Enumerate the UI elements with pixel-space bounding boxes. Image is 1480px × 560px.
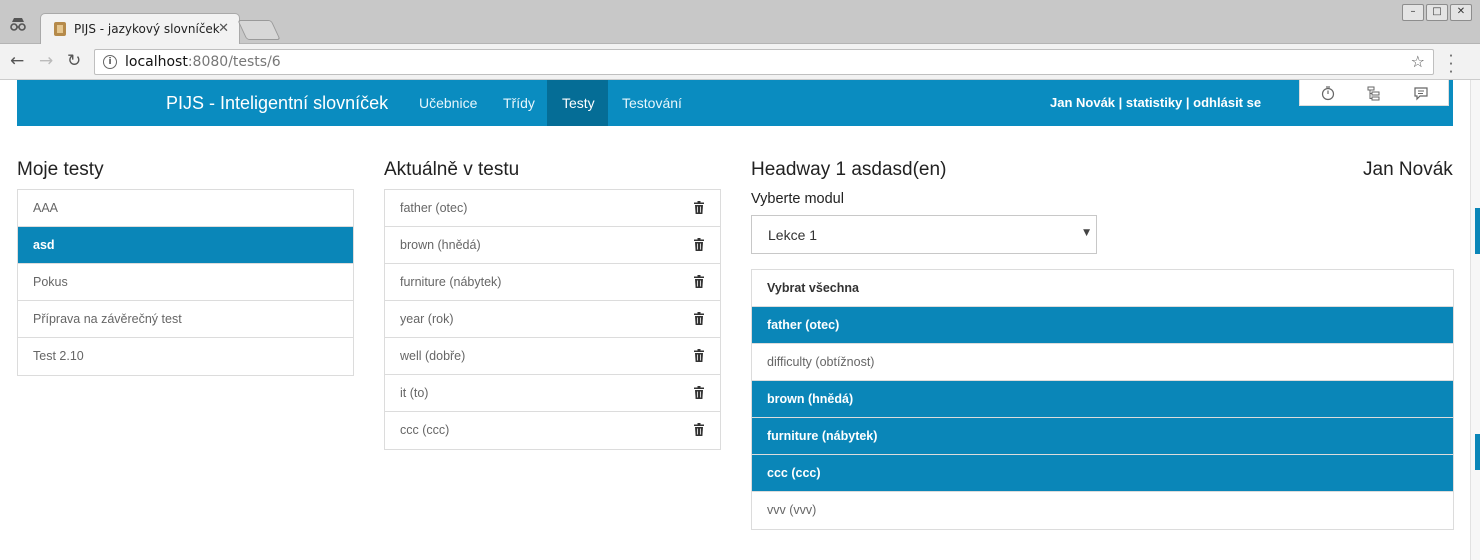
test-word-label: father (otec): [400, 201, 468, 215]
info-icon[interactable]: i: [103, 55, 117, 69]
chevron-down-icon: ▼: [1083, 228, 1090, 238]
back-icon[interactable]: ←: [10, 51, 24, 71]
test-word-label: furniture (nábytek): [400, 275, 502, 289]
test-item-test-2-10[interactable]: Test 2.10: [18, 338, 353, 375]
scrollbar-marker: [1475, 434, 1480, 470]
new-tab-button[interactable]: [237, 20, 281, 40]
browser-menu-icon[interactable]: · · ·: [1446, 49, 1456, 80]
select-all-item[interactable]: Vybrat všechna: [752, 270, 1453, 307]
word-item[interactable]: brown (hnědá): [752, 381, 1453, 418]
word-item[interactable]: father (otec): [752, 307, 1453, 344]
minimize-button[interactable]: –: [1402, 4, 1424, 21]
trash-icon[interactable]: [694, 349, 704, 362]
comment-icon[interactable]: [1413, 85, 1429, 101]
module-select-value: Lekce 1: [768, 227, 818, 243]
module-words-list: Vybrat všechna father (otec) difficulty …: [751, 269, 1454, 530]
my-tests-list: AAA asd Pokus Příprava na závěrečný test…: [17, 189, 354, 376]
maximize-button[interactable]: □: [1426, 4, 1448, 21]
logout-link[interactable]: odhlásit se: [1193, 95, 1261, 110]
url-text: localhost:8080/tests/6: [125, 54, 281, 70]
nav-link-testy[interactable]: Testy: [547, 80, 608, 126]
textbook-title: Headway 1 asdasd(en): [751, 159, 947, 180]
test-word-label: brown (hnědá): [400, 238, 481, 252]
test-word-label: ccc (ccc): [400, 423, 450, 437]
statistics-link[interactable]: statistiky: [1126, 95, 1182, 110]
test-word-label: well (dobře): [400, 349, 466, 363]
browser-titlebar: PIJS - jazykový slovníček ✕ – □ ✕: [0, 0, 1480, 44]
word-item[interactable]: vvv (vvv): [752, 492, 1453, 529]
user-menu: Jan Novák | statistiky | odhlásit se: [1050, 95, 1261, 110]
address-bar[interactable]: i localhost:8080/tests/6 ☆: [94, 49, 1434, 75]
test-item-priprava[interactable]: Příprava na závěrečný test: [18, 301, 353, 338]
trash-icon[interactable]: [694, 201, 704, 214]
extension-panel: [1299, 80, 1449, 106]
window-controls: – □ ✕: [1402, 4, 1472, 21]
test-word-item: furniture (nábytek): [385, 264, 720, 301]
url-path: :8080/tests/6: [187, 54, 281, 70]
test-item-asd[interactable]: asd: [18, 227, 353, 264]
test-word-item: it (to): [385, 375, 720, 412]
app-navbar: PIJS - Inteligentní slovníček Učebnice T…: [17, 80, 1453, 126]
test-word-item: brown (hnědá): [385, 227, 720, 264]
tree-icon[interactable]: [1366, 85, 1382, 101]
test-word-item: father (otec): [385, 190, 720, 227]
forward-icon[interactable]: →: [39, 51, 53, 71]
current-test-list: father (otec) brown (hnědá) furniture (n…: [384, 189, 721, 450]
brand-link[interactable]: PIJS - Inteligentní slovníček: [166, 93, 388, 114]
test-item-aaa[interactable]: AAA: [18, 190, 353, 227]
tab-title: PIJS - jazykový slovníček: [74, 22, 220, 36]
separator: |: [1115, 95, 1126, 110]
nav-link-ucebnice[interactable]: Učebnice: [404, 80, 492, 126]
nav-link-testovani[interactable]: Testování: [607, 80, 697, 126]
trash-icon[interactable]: [694, 423, 704, 436]
browser-tab[interactable]: PIJS - jazykový slovníček ✕: [40, 13, 240, 44]
test-word-label: year (rok): [400, 312, 454, 326]
module-select[interactable]: Lekce 1 ▼: [751, 215, 1097, 254]
favicon-icon: [54, 22, 66, 36]
test-item-pokus[interactable]: Pokus: [18, 264, 353, 301]
test-word-item: ccc (ccc): [385, 412, 720, 449]
trash-icon[interactable]: [694, 238, 704, 251]
current-test-title: Aktuálně v testu: [384, 159, 520, 180]
nav-link-tridy[interactable]: Třídy: [488, 80, 550, 126]
reload-icon[interactable]: ↻: [67, 51, 81, 71]
test-word-item: well (dobře): [385, 338, 720, 375]
trash-icon[interactable]: [694, 386, 704, 399]
word-item[interactable]: ccc (ccc): [752, 455, 1453, 492]
page-viewport: PIJS - Inteligentní slovníček Učebnice T…: [0, 80, 1470, 560]
timer-icon[interactable]: [1320, 85, 1336, 101]
word-item[interactable]: furniture (nábytek): [752, 418, 1453, 455]
bookmark-star-icon[interactable]: ☆: [1411, 52, 1425, 71]
incognito-icon: [10, 18, 26, 31]
close-window-button[interactable]: ✕: [1450, 4, 1472, 21]
close-tab-icon[interactable]: ✕: [218, 21, 229, 36]
scrollbar-marker: [1475, 208, 1480, 254]
module-select-label: Vyberte modul: [751, 191, 844, 207]
test-word-item: year (rok): [385, 301, 720, 338]
trash-icon[interactable]: [694, 312, 704, 325]
separator: |: [1182, 95, 1194, 110]
my-tests-title: Moje testy: [17, 159, 104, 180]
trash-icon[interactable]: [694, 275, 704, 288]
test-word-label: it (to): [400, 386, 429, 400]
url-host: localhost: [125, 54, 188, 70]
owner-name: Jan Novák: [1363, 159, 1453, 180]
user-name-link[interactable]: Jan Novák: [1050, 95, 1115, 110]
page-scrollbar[interactable]: [1470, 80, 1480, 560]
word-item[interactable]: difficulty (obtížnost): [752, 344, 1453, 381]
